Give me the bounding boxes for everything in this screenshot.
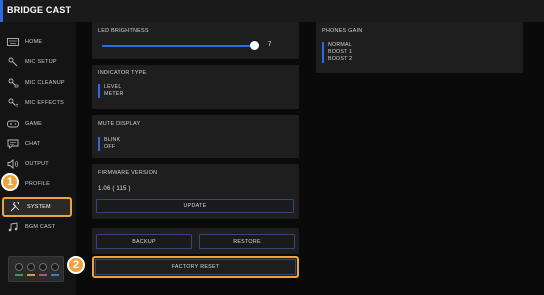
title-bar: BRIDGE CAST [0,0,544,22]
speaker-icon [6,158,20,170]
mic-effects-icon [6,97,20,109]
sidebar-item-label: CHAT [25,141,41,147]
indicator-type-panel: INDICATOR TYPE LEVEL METER [92,65,299,109]
mute-display-label: MUTE DISPLAY [98,121,141,127]
firmware-label: FIRMWARE VERSION [98,170,158,176]
device-led [15,274,23,276]
led-brightness-label: LED BRIGHTNESS [98,28,149,34]
backup-button[interactable]: BACKUP [96,234,192,249]
led-brightness-slider-track[interactable] [102,45,255,47]
indicator-type-label: INDICATOR TYPE [98,70,147,76]
firmware-panel: FIRMWARE VERSION 1.06 ( 115 ) UPDATE [92,164,299,219]
phones-gain-option-boost-2[interactable]: BOOST 2 [328,56,352,63]
mic-setup-icon [6,56,20,68]
restore-button[interactable]: RESTORE [199,234,295,249]
mute-display-option-blink[interactable]: BLINK [104,137,120,144]
phones-gain-panel: PHONES GAIN NORMAL BOOST 1 BOOST 2 [316,22,523,73]
title-accent [0,0,3,22]
sidebar-item-system[interactable]: SYSTEM [2,197,72,217]
sidebar: HOME MIC SETUP MIC CLEANUP MIC EFFECTS G… [0,22,76,295]
keyboard-icon [6,36,20,48]
sidebar-item-label: PROFILE [25,181,50,187]
phones-gain-option-normal[interactable]: NORMAL [328,42,352,49]
chat-icon [6,138,20,150]
sidebar-item-home[interactable]: HOME [2,34,72,50]
led-brightness-slider-thumb[interactable] [250,41,259,50]
mute-display-option-off[interactable]: OFF [104,144,120,151]
device-led [51,274,59,276]
sidebar-item-chat[interactable]: CHAT [2,136,72,152]
device-knob [51,263,59,271]
sidebar-item-mic-effects[interactable]: MIC EFFECTS [2,95,72,111]
callout-1: 1 [1,173,19,191]
sidebar-item-mic-cleanup[interactable]: MIC CLEANUP [2,75,72,91]
mute-display-panel: MUTE DISPLAY BLINK OFF [92,115,299,158]
app-title: BRIDGE CAST [7,5,72,15]
sidebar-item-game[interactable]: GAME [2,116,72,132]
device-knob [27,263,35,271]
device-led [27,274,35,276]
device-knob [39,263,47,271]
led-brightness-value: 7 [268,42,272,48]
phones-gain-option-boost-1[interactable]: BOOST 1 [328,49,352,56]
indicator-type-option-meter[interactable]: METER [104,91,124,98]
gamepad-icon [6,118,20,130]
sidebar-item-label: GAME [25,121,42,127]
sidebar-item-output[interactable]: OUTPUT [2,156,72,172]
callout-2: 2 [67,256,85,274]
device-led [39,274,47,276]
indicator-type-option-level[interactable]: LEVEL [104,84,124,91]
sidebar-item-label: MIC SETUP [25,59,57,65]
factory-reset-label: FACTORY RESET [95,259,296,275]
sidebar-item-label: OUTPUT [25,161,49,167]
update-button[interactable]: UPDATE [96,199,294,213]
sidebar-item-mic-setup[interactable]: MIC SETUP [2,54,72,70]
device-image [8,256,64,282]
led-brightness-panel: LED BRIGHTNESS 7 [92,22,299,59]
sidebar-item-bgm-cast[interactable]: BGM CAST [2,219,72,235]
device-knob [15,263,23,271]
mic-cleanup-icon [6,77,20,89]
mute-display-options: BLINK OFF [98,137,120,151]
factory-reset-button[interactable]: FACTORY RESET [92,256,299,278]
sidebar-item-label: HOME [25,39,43,45]
wrench-icon [8,201,22,213]
music-note-icon [6,221,20,233]
sidebar-item-label: MIC CLEANUP [25,80,65,86]
backup-restore-panel: BACKUP RESTORE [92,228,299,254]
sidebar-item-label: BGM CAST [25,224,56,230]
sidebar-item-label: SYSTEM [27,204,51,210]
phones-gain-options: NORMAL BOOST 1 BOOST 2 [322,42,352,63]
phones-gain-label: PHONES GAIN [322,28,363,34]
sidebar-item-label: MIC EFFECTS [25,100,64,106]
indicator-type-options: LEVEL METER [98,84,124,98]
firmware-version: 1.06 ( 115 ) [98,186,131,192]
